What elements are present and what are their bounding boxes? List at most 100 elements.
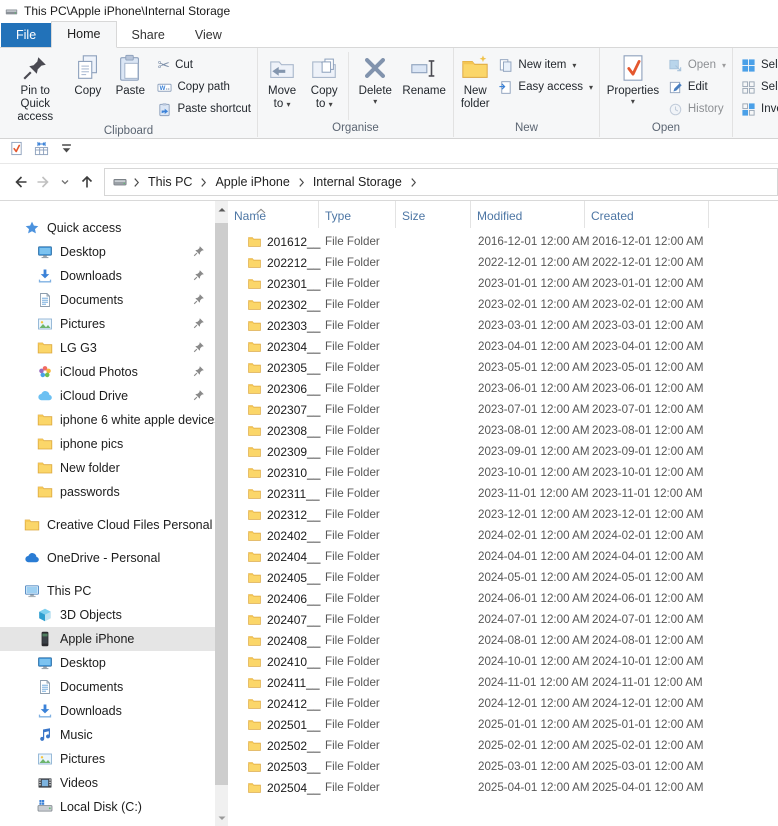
breadcrumb-item-apple-iphone[interactable]: Apple iPhone bbox=[212, 175, 292, 189]
tab-share[interactable]: Share bbox=[117, 23, 180, 47]
sidebar-item-onedrive-personal[interactable]: OneDrive - Personal bbox=[0, 546, 215, 570]
pin-to-quick-access-button[interactable]: Pin to Quick access bbox=[3, 51, 68, 125]
file-row-202304[interactable]: 202304__ File Folder 2023-04-01 12:00 AM 20… bbox=[230, 336, 778, 357]
scroll-down-arrow[interactable] bbox=[215, 811, 228, 825]
sidebar-item-music[interactable]: Music bbox=[0, 723, 215, 747]
recent-locations-dropdown[interactable] bbox=[54, 171, 76, 193]
file-row-202302[interactable]: 202302__ File Folder 2023-02-01 12:00 AM 20… bbox=[230, 294, 778, 315]
file-row-202311[interactable]: 202311__ File Folder 2023-11-01 12:00 AM 20… bbox=[230, 483, 778, 504]
properties-button[interactable]: Properties ▾ bbox=[603, 51, 663, 106]
sidebar-item-pictures[interactable]: Pictures bbox=[0, 747, 215, 771]
sidebar-item-icloud-photos[interactable]: iCloud Photos bbox=[0, 360, 215, 384]
sidebar-item-icloud-drive[interactable]: iCloud Drive bbox=[0, 384, 215, 408]
file-row-202408[interactable]: 202408__ File Folder 2024-08-01 12:00 AM 20… bbox=[230, 630, 778, 651]
tab-view[interactable]: View bbox=[180, 23, 237, 47]
tab-home[interactable]: Home bbox=[51, 21, 117, 48]
file-row-202306[interactable]: 202306__ File Folder 2023-06-01 12:00 AM 20… bbox=[230, 378, 778, 399]
copy-to-button[interactable]: Copy to ▾ bbox=[303, 51, 345, 111]
size-all-columns-button[interactable] bbox=[34, 141, 49, 161]
cut-button[interactable]: ✂ Cut bbox=[154, 54, 254, 76]
breadcrumb-chevron-icon[interactable] bbox=[128, 177, 145, 188]
delete-button[interactable]: Delete ▾ bbox=[352, 51, 398, 106]
file-row-202410[interactable]: 202410__ File Folder 2024-10-01 12:00 AM 20… bbox=[230, 651, 778, 672]
tab-file[interactable]: File bbox=[1, 23, 52, 47]
paste-shortcut-button[interactable]: Paste shortcut bbox=[154, 98, 254, 120]
breadcrumb-item-this-pc[interactable]: This PC bbox=[145, 175, 195, 189]
address-bar[interactable]: This PC Apple iPhone Internal Storage bbox=[104, 168, 778, 196]
file-row-202406[interactable]: 202406__ File Folder 2024-06-01 12:00 AM 20… bbox=[230, 588, 778, 609]
file-row-202503[interactable]: 202503__ File Folder 2025-03-01 12:00 AM 20… bbox=[230, 756, 778, 777]
sidebar-scrollbar[interactable] bbox=[215, 201, 228, 826]
back-button[interactable] bbox=[10, 171, 32, 193]
sidebar-item-iphone-pics[interactable]: iphone pics bbox=[0, 432, 215, 456]
column-header-type[interactable]: Type bbox=[319, 201, 396, 228]
file-row-202407[interactable]: 202407__ File Folder 2024-07-01 12:00 AM 20… bbox=[230, 609, 778, 630]
column-header-size[interactable]: Size bbox=[396, 201, 471, 228]
select-all-button[interactable]: Select all bbox=[738, 54, 778, 76]
sidebar-item-iphone-6-white-apple-devices-p[interactable]: iphone 6 white apple devices p bbox=[0, 408, 215, 432]
breadcrumb-item-internal-storage[interactable]: Internal Storage bbox=[310, 175, 405, 189]
edit-button[interactable]: Edit bbox=[665, 76, 729, 98]
sidebar-item-label: This PC bbox=[47, 584, 92, 598]
scrollbar-thumb[interactable] bbox=[215, 223, 228, 785]
easy-access-button[interactable]: Easy access ▾ bbox=[495, 76, 596, 98]
sidebar-item-documents[interactable]: Documents bbox=[0, 675, 215, 699]
move-to-button[interactable]: Move to ▾ bbox=[261, 51, 303, 111]
file-row-202212[interactable]: 202212__ File Folder 2022-12-01 12:00 AM 20… bbox=[230, 252, 778, 273]
column-header-name[interactable]: Name bbox=[230, 201, 319, 228]
sidebar-item-new-folder[interactable]: New folder bbox=[0, 456, 215, 480]
open-button[interactable]: Open ▾ bbox=[665, 54, 729, 76]
sidebar-item-downloads[interactable]: Downloads bbox=[0, 699, 215, 723]
copy-path-button[interactable]: W Copy path bbox=[154, 76, 254, 98]
customize-toolbar-button[interactable] bbox=[59, 141, 74, 161]
file-row-202411[interactable]: 202411__ File Folder 2024-11-01 12:00 AM 20… bbox=[230, 672, 778, 693]
file-row-202412[interactable]: 202412__ File Folder 2024-12-01 12:00 AM 20… bbox=[230, 693, 778, 714]
new-folder-button[interactable]: New folder bbox=[457, 51, 493, 111]
file-row-202305[interactable]: 202305__ File Folder 2023-05-01 12:00 AM 20… bbox=[230, 357, 778, 378]
file-row-202312[interactable]: 202312__ File Folder 2023-12-01 12:00 AM 20… bbox=[230, 504, 778, 525]
file-row-202502[interactable]: 202502__ File Folder 2025-02-01 12:00 AM 20… bbox=[230, 735, 778, 756]
file-row-202404[interactable]: 202404__ File Folder 2024-04-01 12:00 AM 20… bbox=[230, 546, 778, 567]
file-row-202307[interactable]: 202307__ File Folder 2023-07-01 12:00 AM 20… bbox=[230, 399, 778, 420]
sidebar-item-passwords[interactable]: passwords bbox=[0, 480, 215, 504]
sidebar-item-desktop[interactable]: Desktop bbox=[0, 651, 215, 675]
file-row-202504[interactable]: 202504__ File Folder 2025-04-01 12:00 AM 20… bbox=[230, 777, 778, 798]
file-row-202301[interactable]: 202301__ File Folder 2023-01-01 12:00 AM 20… bbox=[230, 273, 778, 294]
sidebar-item-this-pc[interactable]: This PC bbox=[0, 579, 215, 603]
sidebar-item-videos[interactable]: Videos bbox=[0, 771, 215, 795]
copy-button[interactable]: Copy bbox=[68, 51, 109, 98]
breadcrumb-chevron-icon[interactable] bbox=[195, 177, 212, 188]
file-row-202309[interactable]: 202309__ File Folder 2023-09-01 12:00 AM 20… bbox=[230, 441, 778, 462]
sidebar-item-3d-objects[interactable]: 3D Objects bbox=[0, 603, 215, 627]
column-header-modified[interactable]: Modified bbox=[471, 201, 585, 228]
forward-button[interactable] bbox=[32, 171, 54, 193]
scroll-up-arrow[interactable] bbox=[215, 202, 228, 216]
invert-selection-button[interactable]: Invert selection bbox=[738, 98, 778, 120]
file-row-202402[interactable]: 202402__ File Folder 2024-02-01 12:00 AM 20… bbox=[230, 525, 778, 546]
column-header-created[interactable]: Created bbox=[585, 201, 709, 228]
file-row-202501[interactable]: 202501__ File Folder 2025-01-01 12:00 AM 20… bbox=[230, 714, 778, 735]
file-row-202303[interactable]: 202303__ File Folder 2023-03-01 12:00 AM 20… bbox=[230, 315, 778, 336]
breadcrumb-chevron-icon[interactable] bbox=[405, 177, 422, 188]
rename-button[interactable]: Rename bbox=[398, 51, 450, 98]
paste-button[interactable]: Paste bbox=[108, 51, 152, 98]
file-row-201612[interactable]: 201612__ File Folder 2016-12-01 12:00 AM 20… bbox=[230, 231, 778, 252]
sidebar-item-pictures[interactable]: Pictures bbox=[0, 312, 215, 336]
select-none-button[interactable]: Select none bbox=[738, 76, 778, 98]
sidebar-item-downloads[interactable]: Downloads bbox=[0, 264, 215, 288]
sidebar-item-lg-g3[interactable]: LG G3 bbox=[0, 336, 215, 360]
up-button[interactable] bbox=[76, 171, 98, 193]
file-row-202308[interactable]: 202308__ File Folder 2023-08-01 12:00 AM 20… bbox=[230, 420, 778, 441]
history-button[interactable]: History bbox=[665, 98, 729, 120]
new-item-button[interactable]: New item ▾ bbox=[495, 54, 596, 76]
sidebar-item-creative-cloud-files-personal-ac[interactable]: Creative Cloud Files Personal Ac bbox=[0, 513, 215, 537]
sidebar-item-documents[interactable]: Documents bbox=[0, 288, 215, 312]
sidebar-item-apple-iphone[interactable]: Apple iPhone bbox=[0, 627, 215, 651]
sidebar-item-quick-access[interactable]: Quick access bbox=[0, 216, 215, 240]
sidebar-item-desktop[interactable]: Desktop bbox=[0, 240, 215, 264]
breadcrumb-chevron-icon[interactable] bbox=[293, 177, 310, 188]
properties-shortcut-button[interactable] bbox=[9, 141, 24, 161]
sidebar-item-local-disk-c[interactable]: Local Disk (C:) bbox=[0, 795, 215, 819]
file-row-202405[interactable]: 202405__ File Folder 2024-05-01 12:00 AM 20… bbox=[230, 567, 778, 588]
file-row-202310[interactable]: 202310__ File Folder 2023-10-01 12:00 AM 20… bbox=[230, 462, 778, 483]
